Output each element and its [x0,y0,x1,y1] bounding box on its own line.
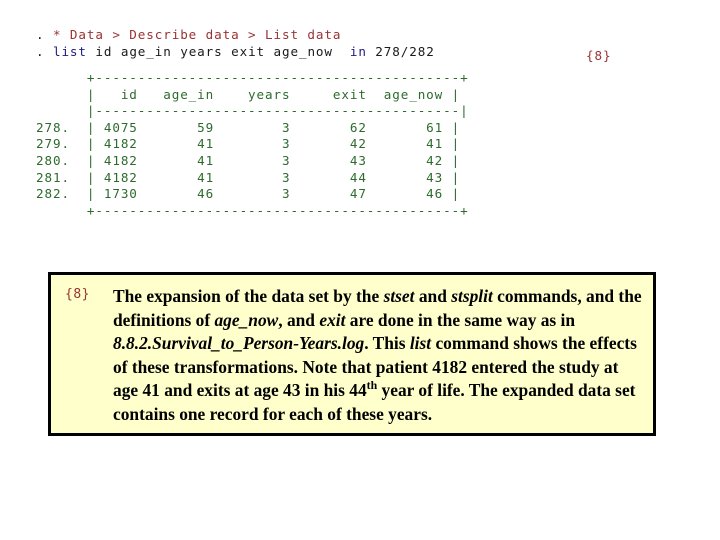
callout-run-22: th [366,378,378,393]
callout-run-21: 44 [349,380,367,400]
callout-run-2: of the data set by the [220,286,384,306]
console-range: 278/282 [366,43,435,59]
callout-run-15: 4182 [432,356,468,377]
console-line-comment: . * Data > Describe data > List data [36,27,684,44]
table-top-rule: +---------------------------------------… [36,70,469,85]
callout-run-8: , and [278,309,320,330]
callout-run-3: stset [383,286,415,306]
callout-run-19: 43 [283,380,301,400]
callout-run-12: . This [364,333,410,353]
console-comment-text: * Data > Describe data > List data [44,27,342,42]
callout-run-13: list [409,333,432,353]
annotation-callout: {8} The expansion of the data set by the… [48,272,656,436]
callout-run-7: age_now [214,309,279,330]
callout-run-10: are done in the same way as in [345,309,576,330]
table-bottom-rule: +---------------------------------------… [36,202,469,218]
callout-text: The expansion of the data set by the sts… [113,285,643,426]
table-mid-rule: |---------------------------------------… [36,103,469,119]
callout-run-5: stsplit [451,286,493,306]
callout-run-1: expansion [146,286,221,306]
console-keyword-list: list [52,43,87,59]
console-varlist: id age_in years exit age_now [86,43,350,59]
callout-run-11: 8.8.2.Survival_to_Person-Years.log [113,333,365,353]
table-header-row: | id age_in years exit age_now | [36,86,461,102]
callout-run-9: exit [319,309,346,330]
list-output-table: +---------------------------------------… [36,70,684,219]
callout-run-17: 41 [142,380,160,400]
reference-tag-console: {8} [586,48,612,63]
callout-run-20: in his [300,380,350,400]
slide-canvas: . * Data > Describe data > List data . l… [0,0,720,540]
callout-run-0: The [113,286,147,306]
console-keyword-in: in [349,43,367,59]
callout-run-18: and exits at age [159,380,284,400]
callout-run-4: and [414,286,452,306]
table-row: 281. | 4182 41 3 44 43 | [36,169,461,185]
table-row: 278. | 4075 59 3 62 61 | [36,119,461,135]
table-row: 280. | 4182 41 3 43 42 | [36,152,461,168]
console-space [44,44,52,59]
table-row: 279. | 4182 41 3 42 41 | [36,136,461,152]
table-row: 282. | 1730 46 3 47 46 | [36,186,461,202]
callout-reference-tag: {8} [65,287,90,302]
